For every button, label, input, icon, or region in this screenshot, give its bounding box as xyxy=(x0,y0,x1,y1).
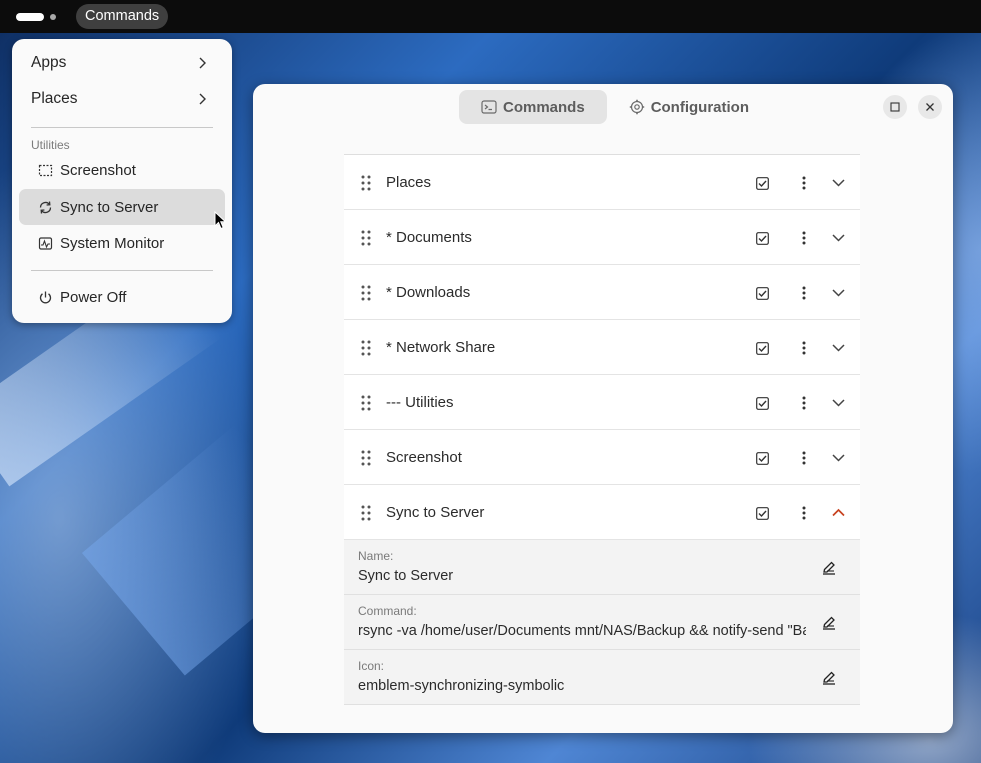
chevron-down-icon[interactable] xyxy=(832,233,845,242)
system-monitor-icon xyxy=(38,237,53,250)
edit-icon[interactable] xyxy=(821,670,837,686)
close-icon xyxy=(926,103,934,111)
edit-icon[interactable] xyxy=(821,560,837,576)
drag-handle-icon[interactable] xyxy=(360,229,372,247)
menu-separator xyxy=(31,127,213,128)
tab-commands[interactable]: Commands xyxy=(459,90,607,124)
detail-label: Name: xyxy=(358,549,394,563)
power-icon xyxy=(39,291,52,304)
command-row[interactable]: Places xyxy=(344,155,860,210)
menu-item-apps[interactable]: Apps xyxy=(19,45,225,81)
checkbox-checked-icon[interactable] xyxy=(756,287,769,300)
chevron-up-icon[interactable] xyxy=(832,508,845,517)
menu-item-screenshot[interactable]: Screenshot xyxy=(19,152,225,188)
chevron-down-icon[interactable] xyxy=(832,453,845,462)
more-options-icon[interactable] xyxy=(802,286,806,300)
menu-separator xyxy=(31,270,213,271)
detail-label: Command: xyxy=(358,604,417,618)
command-row[interactable]: Screenshot xyxy=(344,430,860,485)
detail-label: Icon: xyxy=(358,659,385,673)
checkbox-checked-icon[interactable] xyxy=(756,507,769,520)
checkbox-checked-icon[interactable] xyxy=(756,342,769,355)
command-row[interactable]: * Downloads xyxy=(344,265,860,320)
detail-value: rsync -va /home/user/Documents mnt/NAS/B… xyxy=(358,623,806,639)
chevron-down-icon[interactable] xyxy=(832,343,845,352)
checkbox-checked-icon[interactable] xyxy=(756,452,769,465)
workspace-dot[interactable] xyxy=(50,14,56,20)
detail-icon-row: Icon: emblem-synchronizing-symbolic xyxy=(344,650,860,705)
chevron-down-icon[interactable] xyxy=(832,398,845,407)
mouse-cursor-icon xyxy=(214,211,227,230)
command-row-label: * Documents xyxy=(386,229,472,246)
command-row[interactable]: --- Utilities xyxy=(344,375,860,430)
chevron-down-icon[interactable] xyxy=(832,288,845,297)
command-row[interactable]: * Network Share xyxy=(344,320,860,375)
menu-item-label: Screenshot xyxy=(60,161,136,179)
detail-value: Sync to Server xyxy=(358,568,454,584)
more-options-icon[interactable] xyxy=(802,451,806,465)
more-options-icon[interactable] xyxy=(802,341,806,355)
more-options-icon[interactable] xyxy=(802,176,806,190)
command-row-label: Places xyxy=(386,174,432,191)
commands-list: Places * Documents * Downloads * Network… xyxy=(344,154,860,708)
drag-handle-icon[interactable] xyxy=(360,504,372,522)
activities-indicator[interactable] xyxy=(16,13,44,21)
menu-item-label: Places xyxy=(31,90,78,107)
topbar-commands-button[interactable]: Commands xyxy=(76,4,169,29)
command-row-label: Sync to Server xyxy=(386,504,485,521)
command-row-expanded[interactable]: Sync to Server xyxy=(344,485,860,540)
tab-configuration[interactable]: Configuration xyxy=(609,90,769,124)
commands-window: Commands Configuration Places * Document… xyxy=(253,84,953,733)
chevron-right-icon xyxy=(199,93,206,105)
menu-section-utilities: Utilities xyxy=(31,138,70,152)
chevron-down-icon[interactable] xyxy=(832,178,845,187)
terminal-icon xyxy=(481,100,497,114)
drag-handle-icon[interactable] xyxy=(360,284,372,302)
edit-icon[interactable] xyxy=(821,615,837,631)
command-row-label: * Network Share xyxy=(386,339,496,356)
checkbox-checked-icon[interactable] xyxy=(756,397,769,410)
more-options-icon[interactable] xyxy=(802,396,806,410)
more-options-icon[interactable] xyxy=(802,506,806,520)
chevron-right-icon xyxy=(199,57,206,69)
commands-menu: Apps Places Utilities Screenshot Sync to… xyxy=(12,39,232,323)
detail-value: emblem-synchronizing-symbolic xyxy=(358,678,565,694)
tab-label: Configuration xyxy=(650,98,750,116)
detail-command-row: Command: rsync -va /home/user/Documents … xyxy=(344,595,860,650)
more-options-icon[interactable] xyxy=(802,231,806,245)
menu-item-label: System Monitor xyxy=(60,234,165,252)
checkbox-checked-icon[interactable] xyxy=(756,232,769,245)
menu-item-power-off[interactable]: Power Off xyxy=(19,279,225,315)
maximize-icon xyxy=(890,102,900,112)
drag-handle-icon[interactable] xyxy=(360,394,372,412)
command-row-label: * Downloads xyxy=(386,284,471,301)
menu-item-sync-to-server[interactable]: Sync to Server xyxy=(19,189,225,225)
view-switcher: Commands Configuration xyxy=(459,90,771,124)
close-button[interactable] xyxy=(918,95,942,119)
menu-item-label: Apps xyxy=(31,54,67,71)
screenshot-icon xyxy=(38,164,53,177)
command-row-label: --- Utilities xyxy=(386,394,454,411)
command-row-label: Screenshot xyxy=(386,449,462,466)
gear-icon xyxy=(629,99,644,115)
command-row[interactable]: * Documents xyxy=(344,210,860,265)
drag-handle-icon[interactable] xyxy=(360,449,372,467)
maximize-button[interactable] xyxy=(883,95,907,119)
drag-handle-icon[interactable] xyxy=(360,174,372,192)
sync-icon xyxy=(39,201,52,214)
detail-name-row: Name: Sync to Server xyxy=(344,540,860,595)
menu-item-label: Sync to Server xyxy=(60,198,159,216)
checkbox-checked-icon[interactable] xyxy=(756,177,769,190)
menu-item-places[interactable]: Places xyxy=(19,81,225,117)
drag-handle-icon[interactable] xyxy=(360,339,372,357)
tab-label: Commands xyxy=(503,98,585,116)
menu-item-system-monitor[interactable]: System Monitor xyxy=(19,225,225,261)
top-bar: Commands xyxy=(0,0,981,33)
menu-item-label: Power Off xyxy=(60,288,127,306)
